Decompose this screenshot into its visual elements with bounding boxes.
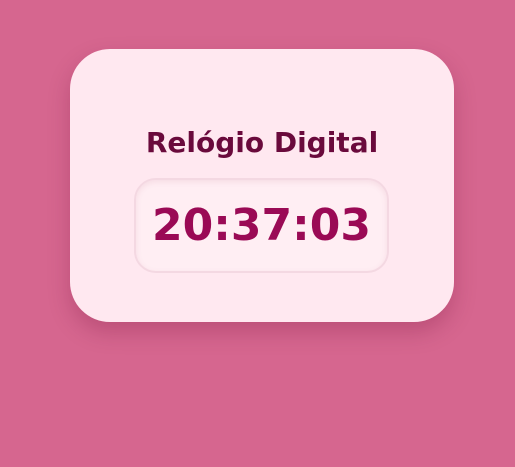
time-display-box: 20:37:03 — [134, 178, 389, 273]
time-display: 20:37:03 — [152, 200, 371, 251]
page-title: Relógio Digital — [145, 126, 379, 159]
clock-card: Relógio Digital 20:37:03 — [70, 49, 454, 322]
